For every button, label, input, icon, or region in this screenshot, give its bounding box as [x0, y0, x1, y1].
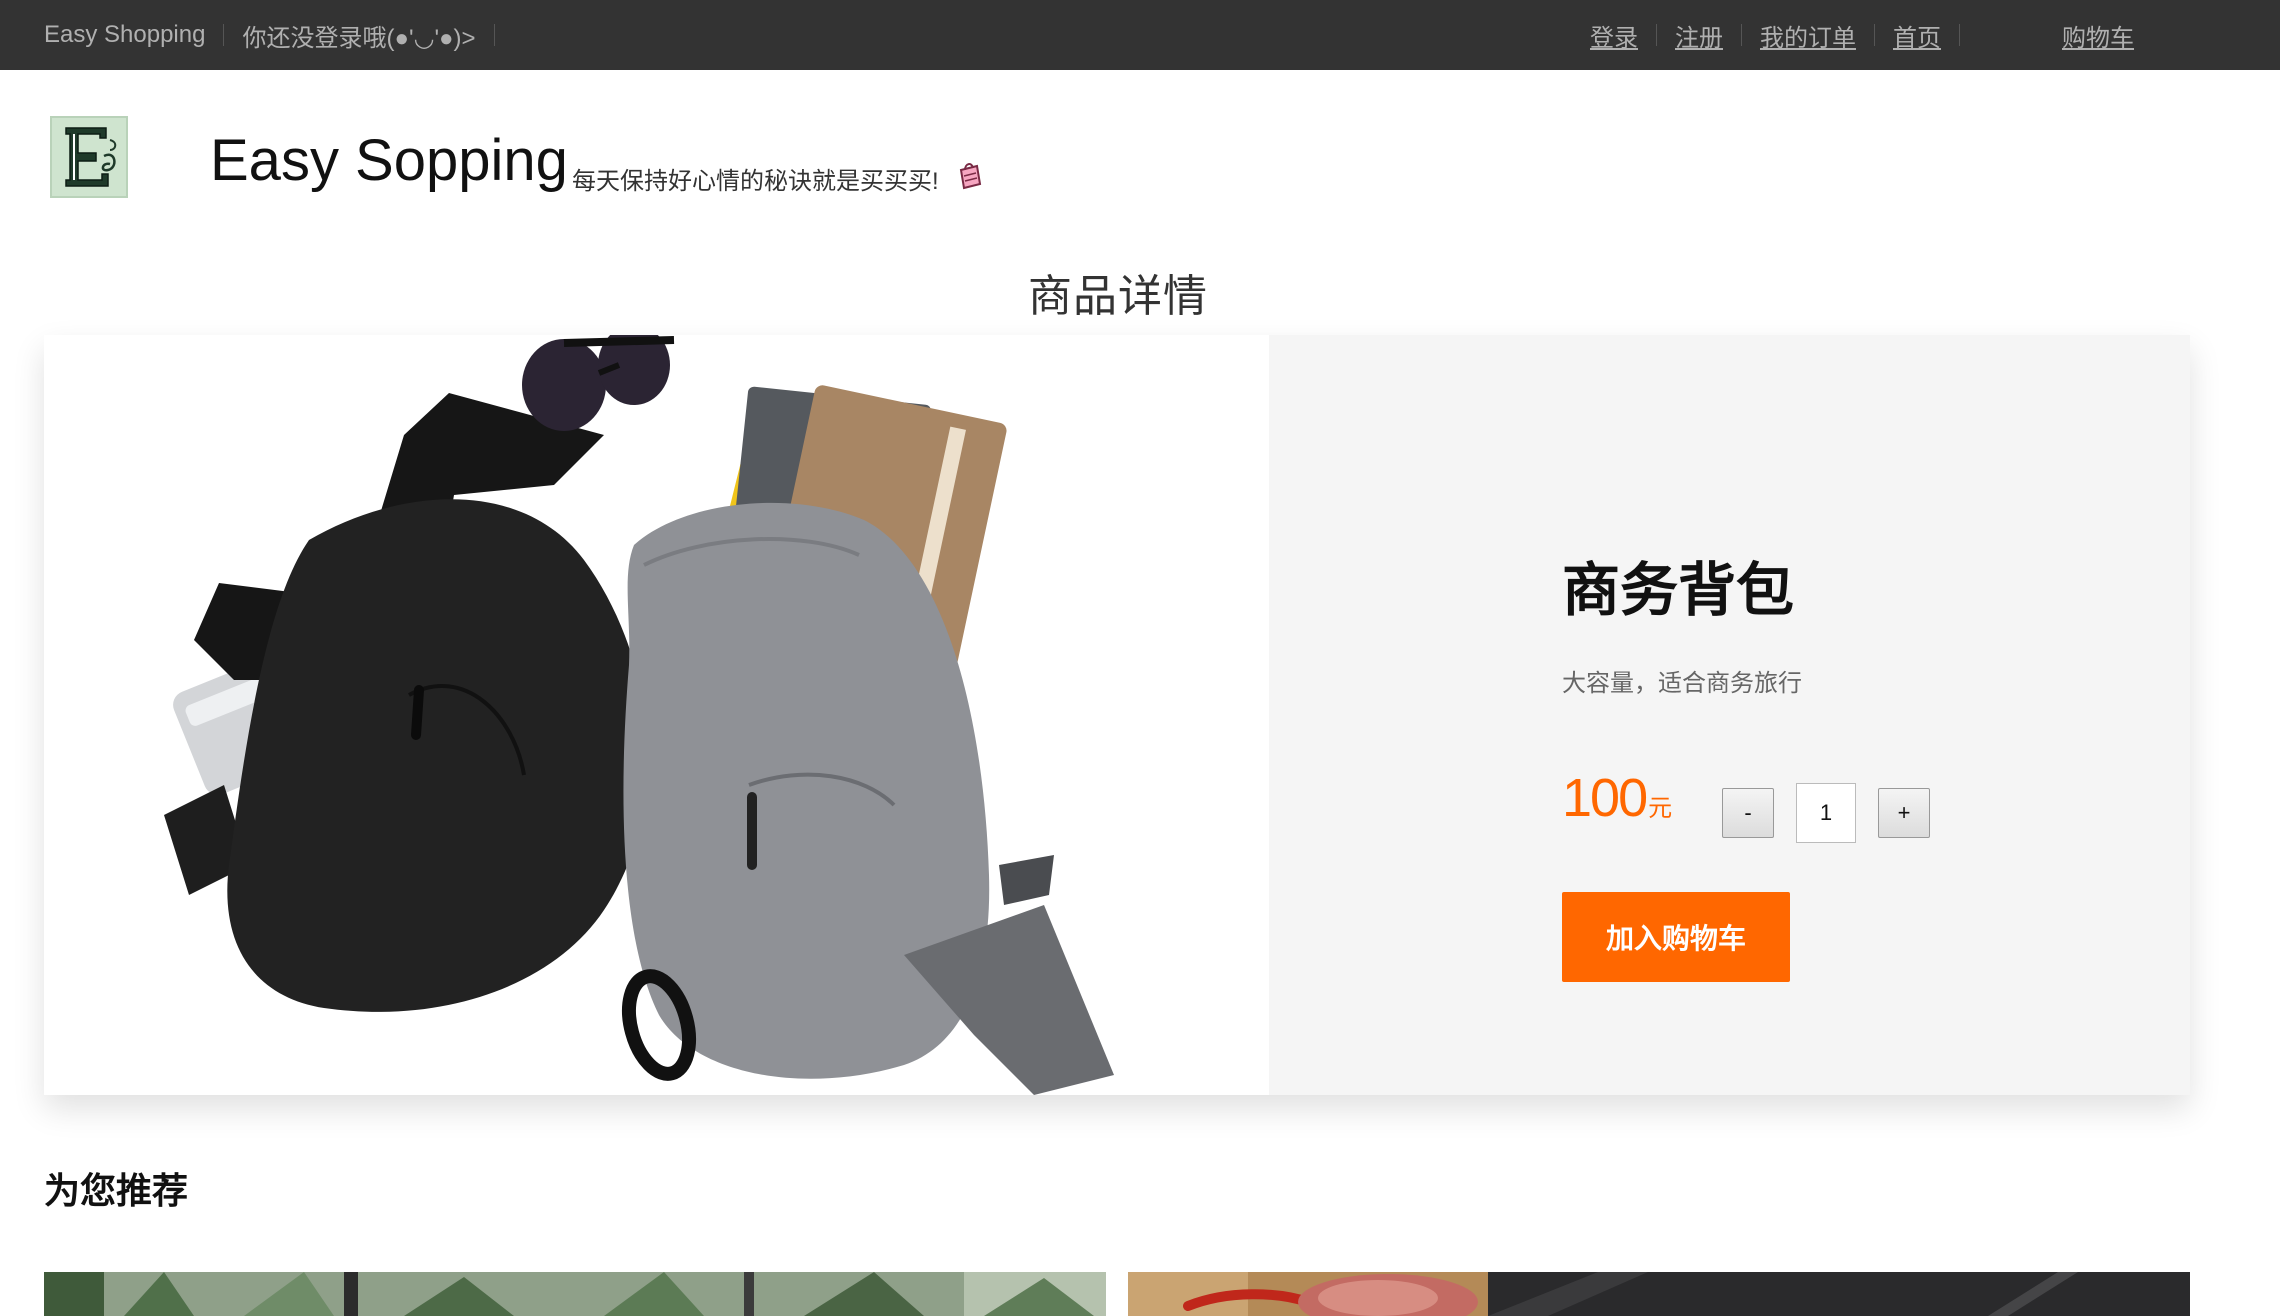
quantity-stepper: - +: [1722, 783, 1930, 843]
cart-link[interactable]: 购物车: [2062, 18, 2134, 53]
topbar-divider: [493, 24, 495, 46]
add-to-cart-button[interactable]: 加入购物车: [1562, 892, 1790, 982]
login-hint: 你还没登录哦(●'◡'●)>: [242, 24, 476, 52]
recommend-title: 为您推荐: [44, 1170, 189, 1211]
topbar-divider: [223, 24, 225, 46]
logo-e-icon: [65, 127, 117, 187]
product-image: [44, 335, 1269, 1095]
quantity-increase-button[interactable]: +: [1878, 788, 1930, 838]
quantity-decrease-button[interactable]: -: [1722, 788, 1774, 838]
site-logo[interactable]: [50, 116, 128, 198]
topbar-divider: [1874, 24, 1875, 46]
topbar-divider: [1656, 24, 1657, 46]
topbar-brand: Easy Shopping: [44, 21, 206, 48]
product-price: 100 元: [1562, 767, 1672, 829]
product-name: 商务背包: [1562, 558, 1795, 623]
my-orders-link[interactable]: 我的订单: [1760, 18, 1856, 53]
product-description: 大容量，适合商务旅行: [1562, 670, 1802, 697]
top-nav-bar: Easy Shopping 你还没登录哦(●'◡'●)> 登录 注册 我的订单 …: [0, 0, 2280, 70]
price-value: 100: [1562, 768, 1648, 828]
login-link[interactable]: 登录: [1590, 18, 1638, 53]
price-unit: 元: [1648, 795, 1673, 822]
top-nav-right: 登录 注册 我的订单 首页 购物车: [1590, 0, 2134, 70]
topbar-divider: [1959, 24, 1960, 46]
home-link[interactable]: 首页: [1893, 18, 1941, 53]
register-link[interactable]: 注册: [1675, 18, 1723, 53]
brand-name: Easy Sopping: [210, 128, 568, 193]
recommend-item-image[interactable]: [44, 1272, 1106, 1316]
shopping-bag-icon: [955, 160, 983, 197]
top-nav-left: Easy Shopping 你还没登录哦(●'◡'●)>: [44, 0, 513, 70]
page-title: 商品详情: [1028, 272, 1208, 321]
product-detail-panel: 商务背包 大容量，适合商务旅行 100 元 - + 加入购物车: [44, 335, 2190, 1095]
quantity-input[interactable]: [1796, 783, 1856, 843]
slogan: 每天保持好心情的秘诀就是买买买!: [572, 160, 983, 197]
topbar-divider: [1741, 24, 1742, 46]
recommend-item-image[interactable]: [1128, 1272, 2190, 1316]
slogan-text: 每天保持好心情的秘诀就是买买买!: [572, 168, 939, 195]
